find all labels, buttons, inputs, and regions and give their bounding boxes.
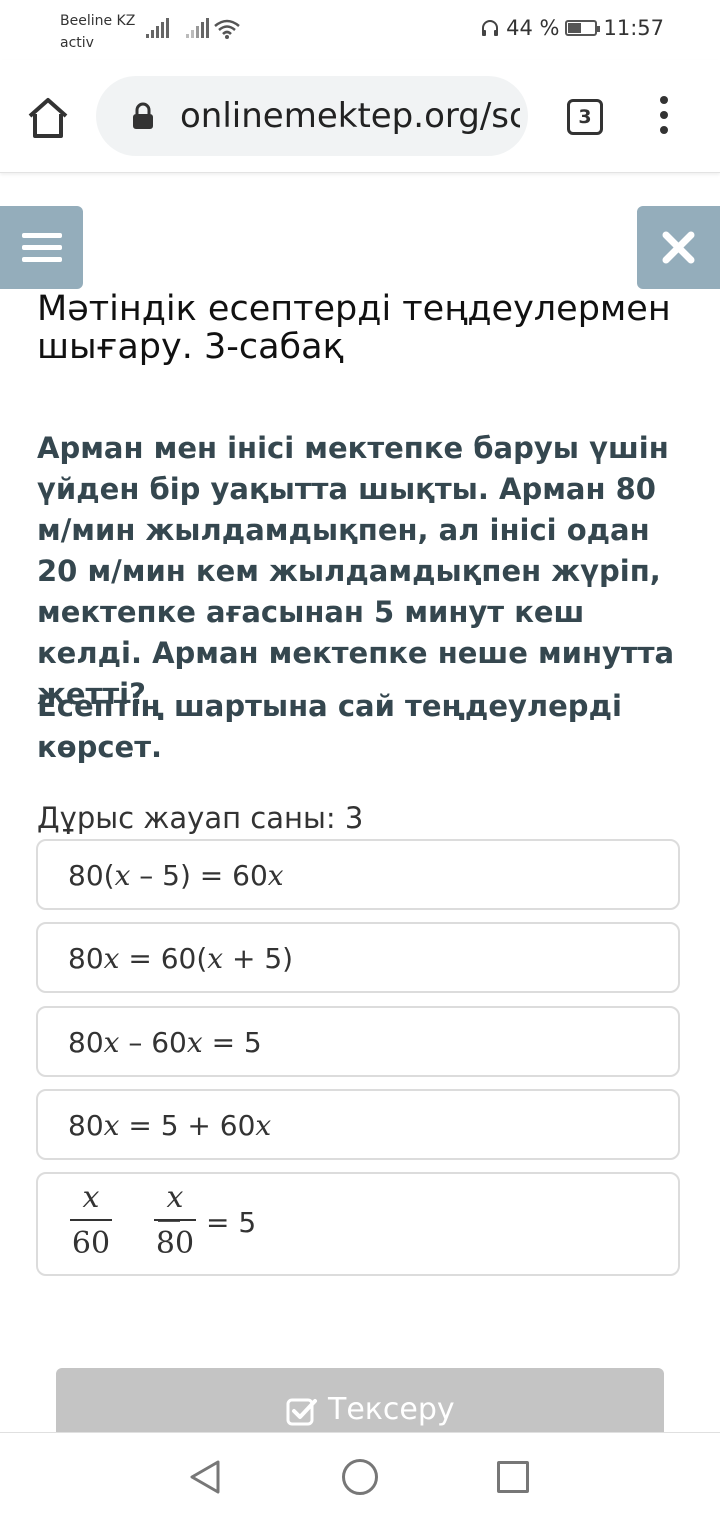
- url-text: onlinemektep.org/sc: [180, 96, 520, 136]
- answer-option-4[interactable]: 80x = 5 + 60x: [36, 1089, 680, 1160]
- carrier-sub: activ: [60, 35, 94, 51]
- address-bar[interactable]: onlinemektep.org/sc: [96, 76, 528, 156]
- option-text: 80x = 60(x + 5): [68, 942, 294, 975]
- carrier-info: Beeline KZ activ: [60, 10, 135, 54]
- fraction-equation: x 60 x 80 = 5: [70, 1180, 310, 1270]
- wifi-icon: [214, 19, 240, 39]
- instruction-text: Есептің шартына сай теңдеулерді көрсет.: [37, 689, 622, 764]
- battery-percent: 44 %: [506, 16, 560, 40]
- signal-icon: [146, 18, 169, 38]
- option-text: 80(x – 5) = 60x: [68, 859, 284, 892]
- tab-switcher-button[interactable]: 3: [567, 99, 603, 135]
- home-icon[interactable]: [24, 94, 72, 142]
- fraction-2: x 80: [154, 1180, 196, 1261]
- back-icon[interactable]: [188, 1459, 222, 1495]
- battery-icon: [565, 20, 601, 36]
- equation-rhs: = 5: [206, 1206, 257, 1239]
- system-nav-bar: [0, 1432, 720, 1521]
- option-text: 80x = 5 + 60x: [68, 1109, 272, 1142]
- checkbox-icon: [286, 1398, 317, 1426]
- question-text: Арман мен інісі мектепке баруы үшін үйде…: [37, 431, 675, 711]
- answer-option-5[interactable]: x 60 x 80 = 5: [36, 1172, 680, 1276]
- nav-home-icon[interactable]: [342, 1459, 378, 1495]
- headset-icon: [482, 20, 499, 36]
- carrier-name: Beeline KZ: [60, 13, 136, 29]
- recent-apps-icon[interactable]: [497, 1461, 529, 1493]
- answer-option-1[interactable]: 80(x – 5) = 60x: [36, 839, 680, 910]
- correct-answer-count: Дұрыс жауап саны: 3: [37, 801, 364, 835]
- check-button-label: Тексеру: [328, 1392, 455, 1427]
- clock: 11:57: [603, 16, 664, 40]
- more-options-icon[interactable]: [650, 96, 678, 138]
- fraction-1: x 60: [70, 1180, 112, 1261]
- menu-button[interactable]: [0, 206, 83, 289]
- lock-icon: [133, 102, 153, 129]
- close-icon: [662, 231, 695, 264]
- browser-toolbar: onlinemektep.org/sc 3: [0, 60, 720, 173]
- close-button[interactable]: [637, 206, 720, 289]
- answer-option-2[interactable]: 80x = 60(x + 5): [36, 922, 680, 993]
- signal-icon-2: [186, 18, 209, 38]
- answer-option-3[interactable]: 80x – 60x = 5: [36, 1006, 680, 1077]
- status-right: 44 % 11:57: [480, 16, 664, 40]
- page-title: Мәтіндік есептерді теңдеулермен шығару. …: [37, 289, 671, 367]
- status-bar: Beeline KZ activ 44 % 11:57: [0, 0, 720, 60]
- option-text: 80x – 60x = 5: [68, 1026, 262, 1059]
